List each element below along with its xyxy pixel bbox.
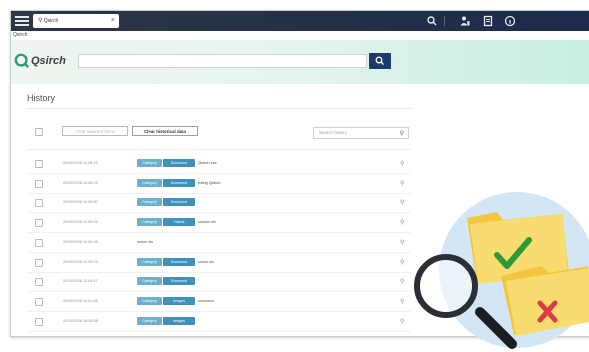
row-date: 2019/10/28 11:05:28 [63,239,98,244]
search-again-icon[interactable]: ⚲ [400,259,404,266]
type-tag: Images [163,316,195,325]
table-row[interactable]: 2019/10/28 11:05:25 Category Videos xxxxxx … [11,214,589,234]
search-icon [375,56,384,65]
category-tag: Category [137,257,162,266]
clear-selected-button[interactable]: Clear selected items [62,126,128,136]
logo-text: Qsirch [31,55,66,67]
row-checkbox[interactable] [35,317,43,326]
type-tag: Document [163,277,195,286]
clear-historical-button[interactable]: Clear historical data [132,126,198,136]
toolbar-divider [444,16,445,26]
title-divider [27,108,411,109]
type-tag: Document [163,178,195,187]
row-date: 2019/10/28 11:08:15 [63,161,98,165]
header-divider [27,149,411,150]
page-title: History [27,93,56,103]
category-tag: Category [137,336,162,337]
category-tag: Category [137,296,162,305]
row-checkbox[interactable] [35,179,43,188]
table-row[interactable]: 2019/10/28 11:08:15 Category Document Qsirc… [11,155,589,174]
info-icon[interactable] [504,15,516,27]
search-again-icon[interactable]: ⚲ [400,298,404,305]
tab-close-icon[interactable]: × [111,14,115,28]
type-tag: Images [163,296,195,305]
type-tag: Document [163,257,195,266]
category-tag: Category [137,198,162,207]
row-keyword: Qsirch xxx [198,160,217,165]
search-input[interactable] [78,54,367,68]
row-checkbox[interactable] [35,160,43,168]
select-all-checkbox[interactable] [35,128,43,136]
app-header: Qsirch [11,40,589,84]
url-strip: Qsirch [13,32,28,38]
row-keyword: extrig Qsirch [198,179,221,185]
table-row[interactable]: 2019/10/28 11:05:23 Category Document xxxxx… [11,254,589,273]
row-checkbox[interactable] [35,297,43,306]
type-tag: Document [163,159,195,167]
category-tag: Category [137,316,162,325]
row-checkbox[interactable] [35,258,43,267]
table-row[interactable]: 2019/10/28 10:54:20CategoryImagesQsirch⚲ [11,332,589,337]
row-date: 2019/10/28 10:54:58 [63,318,98,323]
history-search-input[interactable]: Search history ⚲ [313,127,409,139]
row-date: 2019/10/28 11:05:25 [63,220,98,225]
row-date: 2019/10/28 11:06:23 [63,180,98,185]
user-icon[interactable] [459,15,471,27]
row-keyword: xxxxxxxx [198,297,214,303]
row-date: 2019/10/28 11:05:23 [63,259,98,264]
search-again-icon[interactable]: ⚲ [400,278,404,285]
search-icon[interactable] [426,15,438,27]
row-keyword: xxxxxx xlx [198,219,216,225]
search-again-icon[interactable]: ⚲ [400,199,404,206]
menu-icon[interactable] [15,14,29,28]
row-date: 2019/10/28 11:01:38 [63,298,98,303]
table-row[interactable]: 2019/10/28 11:04:47 Category Document ⚲ [11,273,589,293]
search-again-icon[interactable]: ⚲ [400,219,404,226]
browser-window: ⚲ Qsirch × Qsirch Qsirch History Clear s… [10,10,589,337]
type-tag: Document [163,198,195,207]
row-checkbox[interactable] [35,238,43,247]
row-checkbox[interactable] [35,199,43,208]
history-search-placeholder: Search history [319,130,348,135]
table-row[interactable]: 2019/10/28 10:54:58 Category Images ⚲ [11,313,589,332]
category-tag: Category [137,277,162,286]
table-row[interactable]: 2019/10/28 11:06:23 Category Document extri… [11,175,589,194]
search-again-icon[interactable]: ⚲ [400,239,404,246]
document-icon[interactable] [482,15,494,27]
category-tag: Category [137,218,162,227]
table-row[interactable]: 2019/10/28 11:05:28 xxxxx xlx ⚲ [11,234,589,253]
row-keyword: xxxxx xlx [137,238,153,244]
top-toolbar: ⚲ Qsirch × [11,11,589,31]
row-date: 2019/10/28 11:05:30 [63,200,98,205]
table-row[interactable]: 2019/10/28 11:01:38 Category Images xxxxxxx… [11,293,589,312]
logo-icon [14,53,30,69]
row-checkbox[interactable] [35,219,43,228]
search-again-icon[interactable]: ⚲ [400,160,404,167]
app-tab[interactable]: ⚲ Qsirch × [33,14,119,28]
row-date: 2019/10/28 11:04:47 [63,279,98,284]
type-tag: Images [163,336,195,337]
search-again-icon[interactable]: ⚲ [400,180,404,187]
category-tag: Category [137,178,162,187]
search-again-icon[interactable]: ⚲ [400,318,404,325]
tab-search-icon: ⚲ [38,18,43,24]
table-row[interactable]: 2019/10/28 11:05:30 Category Document ⚲ [11,194,589,214]
type-tag: Videos [163,218,195,227]
category-tag: Category [137,159,162,167]
row-checkbox[interactable] [35,278,43,287]
search-button[interactable] [369,53,391,69]
tab-label: Qsirch [43,18,59,24]
search-icon: ⚲ [399,131,404,137]
row-keyword: xxxxx xlx [198,258,214,264]
